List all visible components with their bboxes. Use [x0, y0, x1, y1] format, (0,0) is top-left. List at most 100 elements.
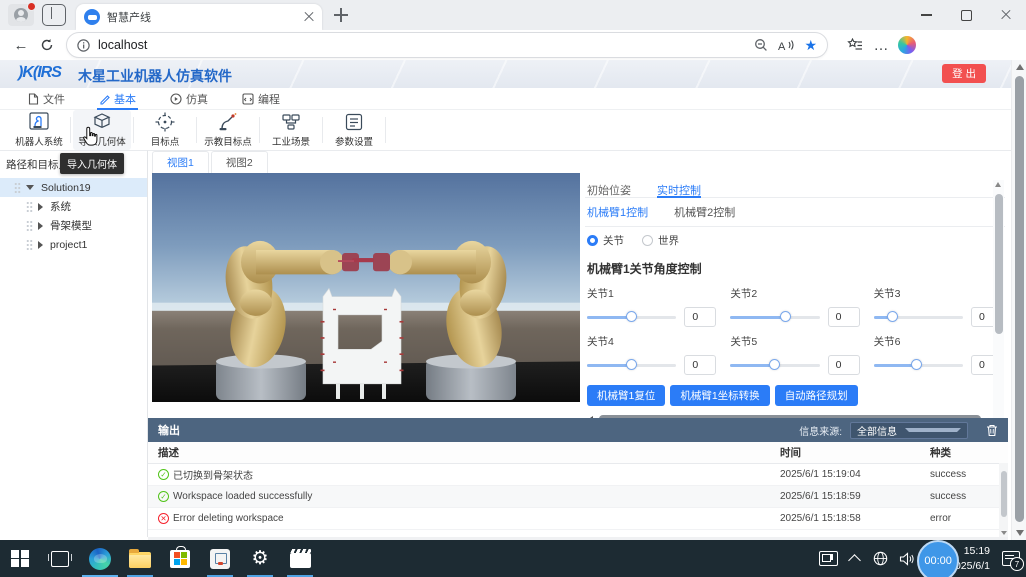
joint1-value-input[interactable]	[684, 307, 716, 327]
widgets-icon[interactable]	[815, 540, 841, 577]
tree-item-project1[interactable]: project1	[0, 235, 147, 254]
radio-world[interactable]: 世界	[642, 233, 679, 248]
menu-basic[interactable]: 基本	[99, 88, 136, 110]
output-row[interactable]: ✓已切换到骨架状态 2025/6/1 15:19:04 success	[148, 464, 1008, 486]
favorite-star-icon[interactable]: ★	[804, 37, 817, 54]
toolbar-industrial-scene-button[interactable]: 工业场景	[262, 110, 320, 150]
browser-menu-icon[interactable]: …	[868, 33, 894, 57]
window-restore-icon[interactable]	[946, 0, 986, 30]
panel-scroll-thumb[interactable]	[995, 194, 1003, 334]
caret-down-icon[interactable]	[26, 185, 34, 190]
tree-item-solution[interactable]: Solution19	[0, 178, 147, 197]
output-row[interactable]: ✕Error deleting workspace 2025/6/1 15:18…	[148, 508, 1008, 530]
toolbar: 机器人系统 导入几何体 目标点 示教目标点 工业场景	[0, 110, 1022, 151]
output-title: 输出	[158, 422, 180, 438]
radio-joint[interactable]: 关节	[587, 233, 624, 248]
caret-right-icon[interactable]	[38, 203, 43, 211]
taskbar-explorer-button[interactable]	[120, 540, 160, 577]
tab-list-icon[interactable]	[42, 4, 66, 26]
joint2-slider[interactable]	[730, 311, 819, 323]
scroll-down-icon[interactable]	[1001, 531, 1007, 535]
zoom-out-icon[interactable]	[754, 38, 768, 52]
page-scrollbar[interactable]	[1011, 60, 1026, 540]
task-view-button[interactable]	[40, 540, 80, 577]
browser-tab[interactable]: 智慧产线	[76, 4, 322, 30]
collections-icon[interactable]	[842, 33, 868, 57]
scroll-up-icon[interactable]	[995, 182, 1001, 187]
caret-right-icon[interactable]	[38, 241, 43, 249]
scroll-down-icon[interactable]	[1016, 530, 1024, 536]
tree-item-skeleton-model[interactable]: 骨架模型	[0, 216, 147, 235]
arm1-coordinate-transform-button[interactable]: 机械臂1坐标转换	[670, 385, 769, 406]
joint2-value-input[interactable]	[828, 307, 860, 327]
back-icon[interactable]: ←	[8, 33, 34, 57]
toolbar-target-point-button[interactable]: 目标点	[136, 110, 194, 150]
menu-programming[interactable]: 编程	[242, 88, 280, 110]
3d-viewport[interactable]	[152, 173, 580, 402]
app-title: 木星工业机器人仿真软件	[78, 66, 232, 86]
joint5-value-input[interactable]	[828, 355, 860, 375]
start-button[interactable]	[0, 540, 40, 577]
site-info-icon[interactable]	[77, 39, 90, 52]
toolbar-teach-target-button[interactable]: 示教目标点	[199, 110, 257, 150]
joint5-slider[interactable]	[730, 359, 819, 371]
taskbar-settings-button[interactable]: ⚙	[240, 540, 280, 577]
speaker-icon[interactable]	[893, 540, 919, 577]
joint2-group: 关节2	[730, 283, 859, 327]
caret-right-icon[interactable]	[38, 222, 43, 230]
joint3-slider[interactable]	[874, 311, 963, 323]
auto-path-planning-button[interactable]: 自动路径规划	[775, 385, 858, 406]
svg-text:A: A	[778, 41, 786, 52]
source-select[interactable]: 全部信息	[850, 422, 968, 439]
joint4-value-input[interactable]	[684, 355, 716, 375]
drag-handle-icon	[14, 182, 21, 193]
joint1-slider[interactable]	[587, 311, 676, 323]
browser-profile-button[interactable]	[8, 4, 34, 26]
address-text[interactable]: localhost	[98, 38, 754, 52]
tab-initial-pose[interactable]: 初始位姿	[587, 182, 631, 197]
address-bar[interactable]: localhost A ★	[66, 32, 828, 58]
arm1-reset-button[interactable]: 机械臂1复位	[587, 385, 665, 406]
notification-center-button[interactable]: 7	[996, 540, 1026, 577]
scroll-up-icon[interactable]	[1016, 64, 1024, 70]
taskbar-store-button[interactable]	[160, 540, 200, 577]
windows-logo-icon	[11, 550, 29, 568]
joint4-slider[interactable]	[587, 359, 676, 371]
hidden-icons-chevron[interactable]	[841, 540, 867, 577]
menu-file[interactable]: 文件	[28, 88, 65, 110]
joint6-group: 关节6	[874, 331, 1003, 375]
output-scroll-thumb[interactable]	[1001, 471, 1007, 517]
viewport-tab-1[interactable]: 视图1	[152, 151, 209, 173]
window-close-icon[interactable]	[986, 0, 1026, 30]
tab-close-icon[interactable]	[304, 12, 314, 22]
output-row[interactable]: ✓Workspace loaded successfully 2025/6/1 …	[148, 486, 1008, 508]
subtab-arm1-control[interactable]: 机械臂1控制	[587, 204, 648, 220]
network-globe-icon[interactable]	[867, 540, 893, 577]
toolbar-robot-system-button[interactable]: 机器人系统	[10, 110, 68, 150]
toolbar-parameter-settings-button[interactable]: 参数设置	[325, 110, 383, 150]
page-scroll-thumb[interactable]	[1015, 76, 1024, 522]
window-minimize-icon[interactable]	[906, 0, 946, 30]
refresh-icon[interactable]	[34, 33, 60, 57]
joint6-slider[interactable]	[874, 359, 963, 371]
menu-simulation[interactable]: 仿真	[170, 88, 208, 110]
subtab-arm2-control[interactable]: 机械臂2控制	[674, 204, 735, 220]
taskbar-video-app-button[interactable]	[280, 540, 320, 577]
menu-bar: 文件 基本 仿真 编程	[0, 88, 1012, 110]
joint-slider-grid: 关节1 关节2 关节3	[585, 283, 1005, 375]
new-tab-icon[interactable]	[332, 6, 350, 24]
taskbar-java-app-button[interactable]	[200, 540, 240, 577]
output-vertical-scrollbar[interactable]	[999, 463, 1008, 537]
clear-output-trash-icon[interactable]	[986, 424, 998, 437]
web-page: )K(IRS 木星工业机器人仿真软件 登 出 文件 基本 仿真 编程	[0, 60, 1026, 540]
read-aloud-icon[interactable]: A	[778, 39, 794, 52]
recording-timer-overlay[interactable]: 00:00	[917, 540, 959, 577]
tab-realtime-control[interactable]: 实时控制	[657, 182, 701, 197]
settings-list-icon	[344, 112, 364, 132]
logout-button[interactable]: 登 出	[942, 64, 986, 83]
arm-action-buttons: 机械臂1复位 机械臂1坐标转换 自动路径规划	[585, 375, 1005, 412]
taskbar-edge-button[interactable]	[80, 540, 120, 577]
tree-item-system[interactable]: 系统	[0, 197, 147, 216]
copilot-icon[interactable]	[898, 36, 916, 54]
viewport-tab-2[interactable]: 视图2	[211, 151, 268, 173]
